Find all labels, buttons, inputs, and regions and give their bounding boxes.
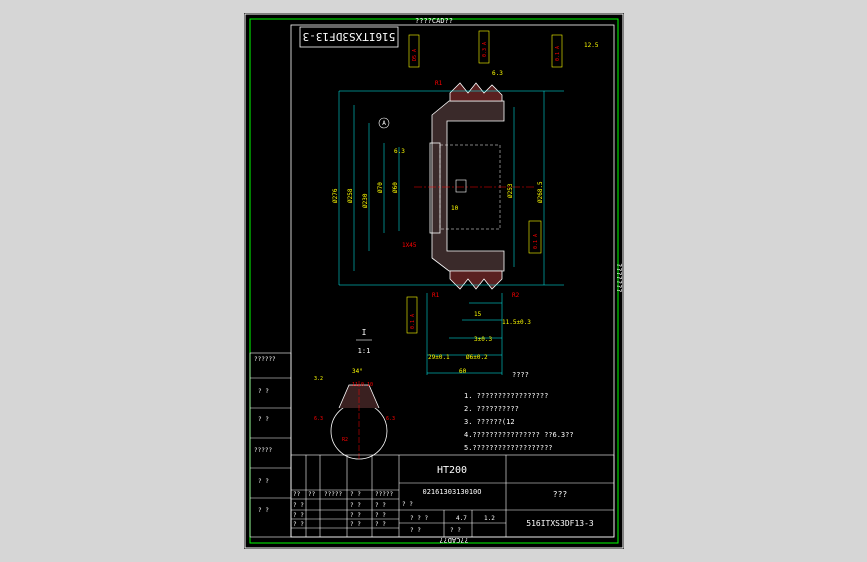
- hub-section: [431, 100, 505, 272]
- dim-outer-left: Ø276: [332, 188, 339, 203]
- tb-right-0: ? ? ?: [410, 515, 428, 522]
- dim-w-15: 15: [474, 311, 482, 318]
- tb-r1-5: ? ?: [402, 501, 413, 508]
- detail-label: I: [362, 328, 367, 337]
- notes-title: ????: [512, 371, 529, 379]
- tb-r3-0: ? ?: [293, 512, 304, 519]
- part-section: [414, 82, 534, 290]
- note-2: 2. ??????????: [464, 405, 519, 413]
- tb-r1-1: ??: [308, 491, 316, 498]
- tb-weight-b: 1.2: [484, 515, 495, 522]
- tb-r3-1: ? ?: [350, 512, 361, 519]
- stamp-1: ??????: [254, 356, 276, 363]
- inner-border: [249, 18, 619, 544]
- tb-right-1: ? ?: [410, 527, 421, 534]
- detail-d: 6.3: [386, 416, 395, 422]
- chamfer: 1X45: [402, 242, 417, 249]
- dim-e: Ø253: [507, 183, 514, 198]
- tb-r4-1: ? ?: [350, 521, 361, 528]
- tol-top-c: 0.1 A: [555, 46, 561, 61]
- side-text: ???????: [615, 263, 623, 293]
- dim-f: Ø268.5: [537, 181, 544, 203]
- stamp-4: ?????: [254, 447, 272, 454]
- dim-w-29: 29±0.1: [428, 354, 450, 361]
- note-5: 5.???????????????????: [464, 444, 553, 452]
- dim-rough-left: 6.3: [394, 148, 405, 155]
- note-3: 3. ??????(12: [464, 418, 515, 426]
- tb-r2-1: ? ?: [350, 502, 361, 509]
- tb-r4-0: ? ?: [293, 521, 304, 528]
- datum-label: A: [382, 120, 386, 127]
- tb-code: 516ITXS3DF13-3: [526, 519, 594, 528]
- stamp-3: ? ?: [258, 416, 269, 423]
- tb-r1-4: ?????: [375, 491, 393, 498]
- detail-c: 6.3: [314, 416, 323, 422]
- dim-w-3: 3±0.3: [474, 336, 492, 343]
- tb-material: HT200: [437, 465, 467, 476]
- detail-view: I 1:1 34° 11.0 10 6.3 6.3 R2 3.2: [314, 328, 395, 461]
- notes: ???? 1. ????????????????? 2. ?????????? …: [464, 371, 574, 452]
- dim-key-depth: 10: [451, 205, 459, 212]
- note-4: 4.???????????????? ??6.3??: [464, 431, 574, 439]
- dim-c: Ø70: [377, 182, 384, 193]
- tol-right: 0.1 A: [533, 234, 539, 249]
- top-text: ????CAD??: [415, 17, 453, 25]
- tb-r4-2: ? ?: [375, 521, 386, 528]
- tb-r3-2: ? ?: [375, 512, 386, 519]
- detail-scale: 1:1: [358, 347, 371, 355]
- tb-part-name: ???: [553, 490, 568, 499]
- tb-r1-0: ??: [293, 491, 301, 498]
- tb-r1-2: ?????: [324, 491, 342, 498]
- dim-w-11: 11.5±0.3: [502, 319, 531, 326]
- tb-right-2: ? ?: [450, 527, 461, 534]
- radius-2: R1: [432, 292, 440, 299]
- detail-b: 11.0 10: [352, 382, 373, 388]
- stamp-2: ? ?: [258, 388, 269, 395]
- dim-w-96: Ø6±0.2: [466, 354, 488, 361]
- bottom-grooves: [449, 270, 503, 290]
- code-box-text: 516ITXS3DF13-3: [303, 30, 396, 43]
- tb-weight-a: 4.7: [456, 515, 467, 522]
- tb-r1-3: ? ?: [350, 491, 361, 498]
- radius-3: R2: [512, 292, 520, 299]
- detail-angle: 34°: [352, 368, 363, 375]
- dim-b: Ø230: [362, 193, 369, 208]
- tb-r2-2: ? ?: [375, 502, 386, 509]
- drawing-sheet: ????CAD?? ??CAD?? ??????? 516ITXS3DF13-3: [244, 13, 624, 549]
- dim-d: Ø60: [392, 182, 399, 193]
- dim-overall: 60: [459, 368, 467, 375]
- tb-r2-0: ? ?: [293, 502, 304, 509]
- dimension-lines: [338, 90, 564, 375]
- stamp-6: ? ?: [258, 507, 269, 514]
- keyway: [455, 179, 467, 193]
- tb-drawing-no: 0216130313010O: [422, 488, 481, 496]
- note-1: 1. ?????????????????: [464, 392, 548, 400]
- stamp-5: ? ?: [258, 478, 269, 485]
- detail-roughness: 3.2: [314, 376, 323, 382]
- radius-1: R1: [435, 80, 443, 87]
- dim-a: Ø258: [347, 188, 354, 203]
- left-stamp: [249, 352, 292, 538]
- tol-left: 0.1 A: [410, 314, 416, 329]
- top-grooves: [449, 82, 503, 102]
- cad-drawing: ????CAD?? ??CAD?? ??????? 516ITXS3DF13-3: [244, 13, 624, 549]
- outer-border: [244, 13, 624, 549]
- tol-top-b: 0.3 A: [482, 42, 488, 57]
- tol-top-a: D5 A: [412, 49, 418, 61]
- dim-rough-top-right: 12.5: [584, 42, 599, 49]
- detail-e: R2: [342, 437, 348, 443]
- dim-rough-top-mid: 6.3: [492, 70, 503, 77]
